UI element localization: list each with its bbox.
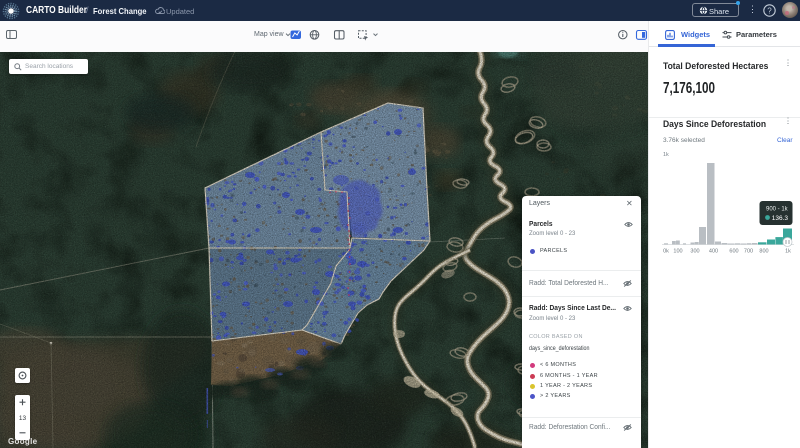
svg-text:⋮: ⋮ — [784, 117, 792, 126]
svg-text:600: 600 — [729, 249, 738, 255]
svg-text:⋮: ⋮ — [784, 59, 792, 68]
svg-text:100: 100 — [673, 249, 682, 255]
svg-text:300: 300 — [690, 249, 699, 255]
svg-text:900 - 1k: 900 - 1k — [766, 207, 789, 213]
svg-text:0k: 0k — [663, 249, 669, 255]
svg-text:136.3: 136.3 — [772, 215, 789, 222]
svg-text:13: 13 — [19, 415, 27, 422]
svg-text:?: ? — [767, 6, 772, 15]
svg-text:1k: 1k — [785, 249, 791, 255]
svg-text:400: 400 — [709, 249, 718, 255]
svg-text:800: 800 — [759, 249, 768, 255]
svg-text:700: 700 — [744, 249, 753, 255]
